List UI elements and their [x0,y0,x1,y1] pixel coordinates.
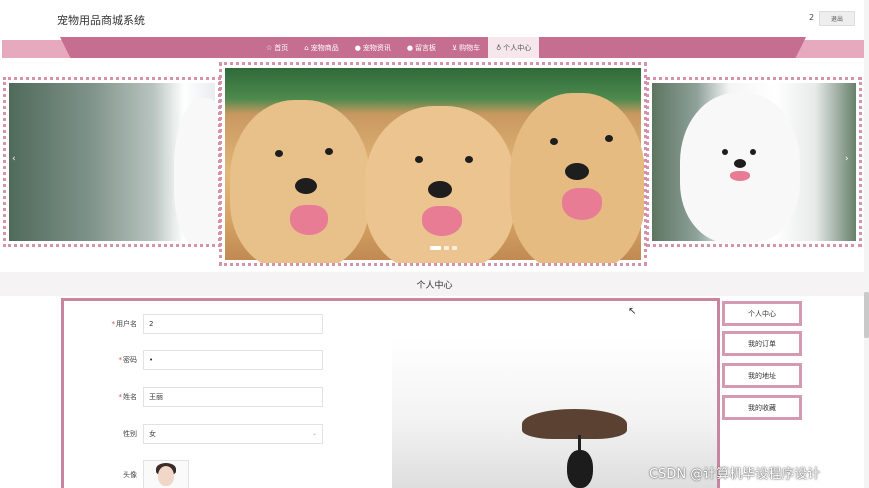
password-label: *密码 [118,356,138,364]
carousel-slide-next[interactable] [646,77,862,247]
info-icon: ● [406,43,413,52]
nav-item-label: 首页 [274,43,289,52]
gender-row: 性别 女 ⌄ [92,424,323,444]
nav-item-home[interactable]: ☆ 首页 [258,37,296,58]
name-label: *姓名 [118,393,138,401]
avatar-row: 头像 [92,460,189,488]
password-row: *密码 • [92,350,323,370]
carousel-dot[interactable] [452,246,457,250]
username-row: *用户名 2 [92,314,323,334]
scrollbar-thumb[interactable] [864,292,869,338]
site-header: 宠物用品商城系统 2 退出 [0,0,869,38]
logout-button[interactable]: 退出 [819,11,855,26]
gender-label: 性别 [123,430,137,438]
watermark: CSDN @计算机毕设程序设计 [649,467,821,482]
carousel-slide-current[interactable] [219,62,647,266]
page-scrollbar[interactable] [864,0,869,488]
white-dog [174,98,218,244]
avatar-label: 头像 [123,471,137,479]
username-input[interactable]: 2 [143,314,323,334]
site-title: 宠物用品商城系统 [57,14,145,27]
nav-item-label: 购物车 [459,43,481,52]
carousel-dot[interactable] [444,246,449,250]
slide-image [652,83,856,243]
carousel-slide-prev[interactable] [3,77,221,247]
nav-item-label: 宠物资讯 [362,43,391,52]
gender-select[interactable]: 女 ⌄ [143,424,323,444]
puppy [230,100,370,263]
nav-item-label: 个人中心 [503,43,532,52]
name-input[interactable]: 王丽 [143,387,323,407]
carousel-prev-arrow[interactable]: ‹ [12,154,16,164]
side-menu-my-favorites[interactable]: 我的收藏 [722,395,802,420]
ant-body [567,450,593,488]
main-nav: ☆ 首页 ⌂ 宠物商品 ● 宠物资讯 ● 留言板 ⊻ 购物车 ♁ 个人中心 [258,37,540,58]
slide-image [9,83,218,244]
name-row: *姓名 王丽 [92,387,323,407]
info-icon: ● [354,43,361,52]
side-menu-personal-center[interactable]: 个人中心 [722,301,802,326]
required-mark: * [118,393,123,401]
gender-value: 女 [149,430,156,438]
star-icon: ☆ [266,43,273,52]
puppy [365,106,515,263]
puppy [510,93,644,263]
banner-carousel: ‹ › [0,62,869,272]
mouse-cursor-icon: ↖ [628,306,637,317]
nav-item-cart[interactable]: ⊻ 购物车 [444,37,488,58]
password-input[interactable]: • [143,350,323,370]
avatar-face [158,466,174,486]
white-dog [680,93,800,243]
side-menu-my-address[interactable]: 我的地址 [722,363,802,388]
avatar-upload[interactable] [143,460,189,488]
home-icon: ⌂ [304,43,309,52]
nav-item-pet-news[interactable]: ● 宠物资讯 [347,37,399,58]
required-mark: * [118,356,123,364]
mushroom-cap [522,409,627,439]
chevron-down-icon: ⌄ [311,430,317,437]
cart-icon: ⊻ [451,43,458,52]
nav-item-label: 宠物商品 [310,43,339,52]
user-icon: ♁ [496,43,502,52]
nav-item-pet-products[interactable]: ⌂ 宠物商品 [296,37,346,58]
carousel-indicators [430,246,457,250]
user-indicator: 2 [809,13,815,22]
section-title: 个人中心 [416,281,453,291]
carousel-dot[interactable] [430,246,441,250]
nav-item-label: 留言板 [414,43,436,52]
slide-image [225,68,644,263]
side-menu-my-orders[interactable]: 我的订单 [722,331,802,356]
carousel-next-arrow[interactable]: › [845,154,849,164]
username-label: *用户名 [111,320,138,328]
nav-item-message-board[interactable]: ● 留言板 [399,37,444,58]
required-mark: * [111,320,116,328]
nav-item-personal-center[interactable]: ♁ 个人中心 [488,37,540,58]
